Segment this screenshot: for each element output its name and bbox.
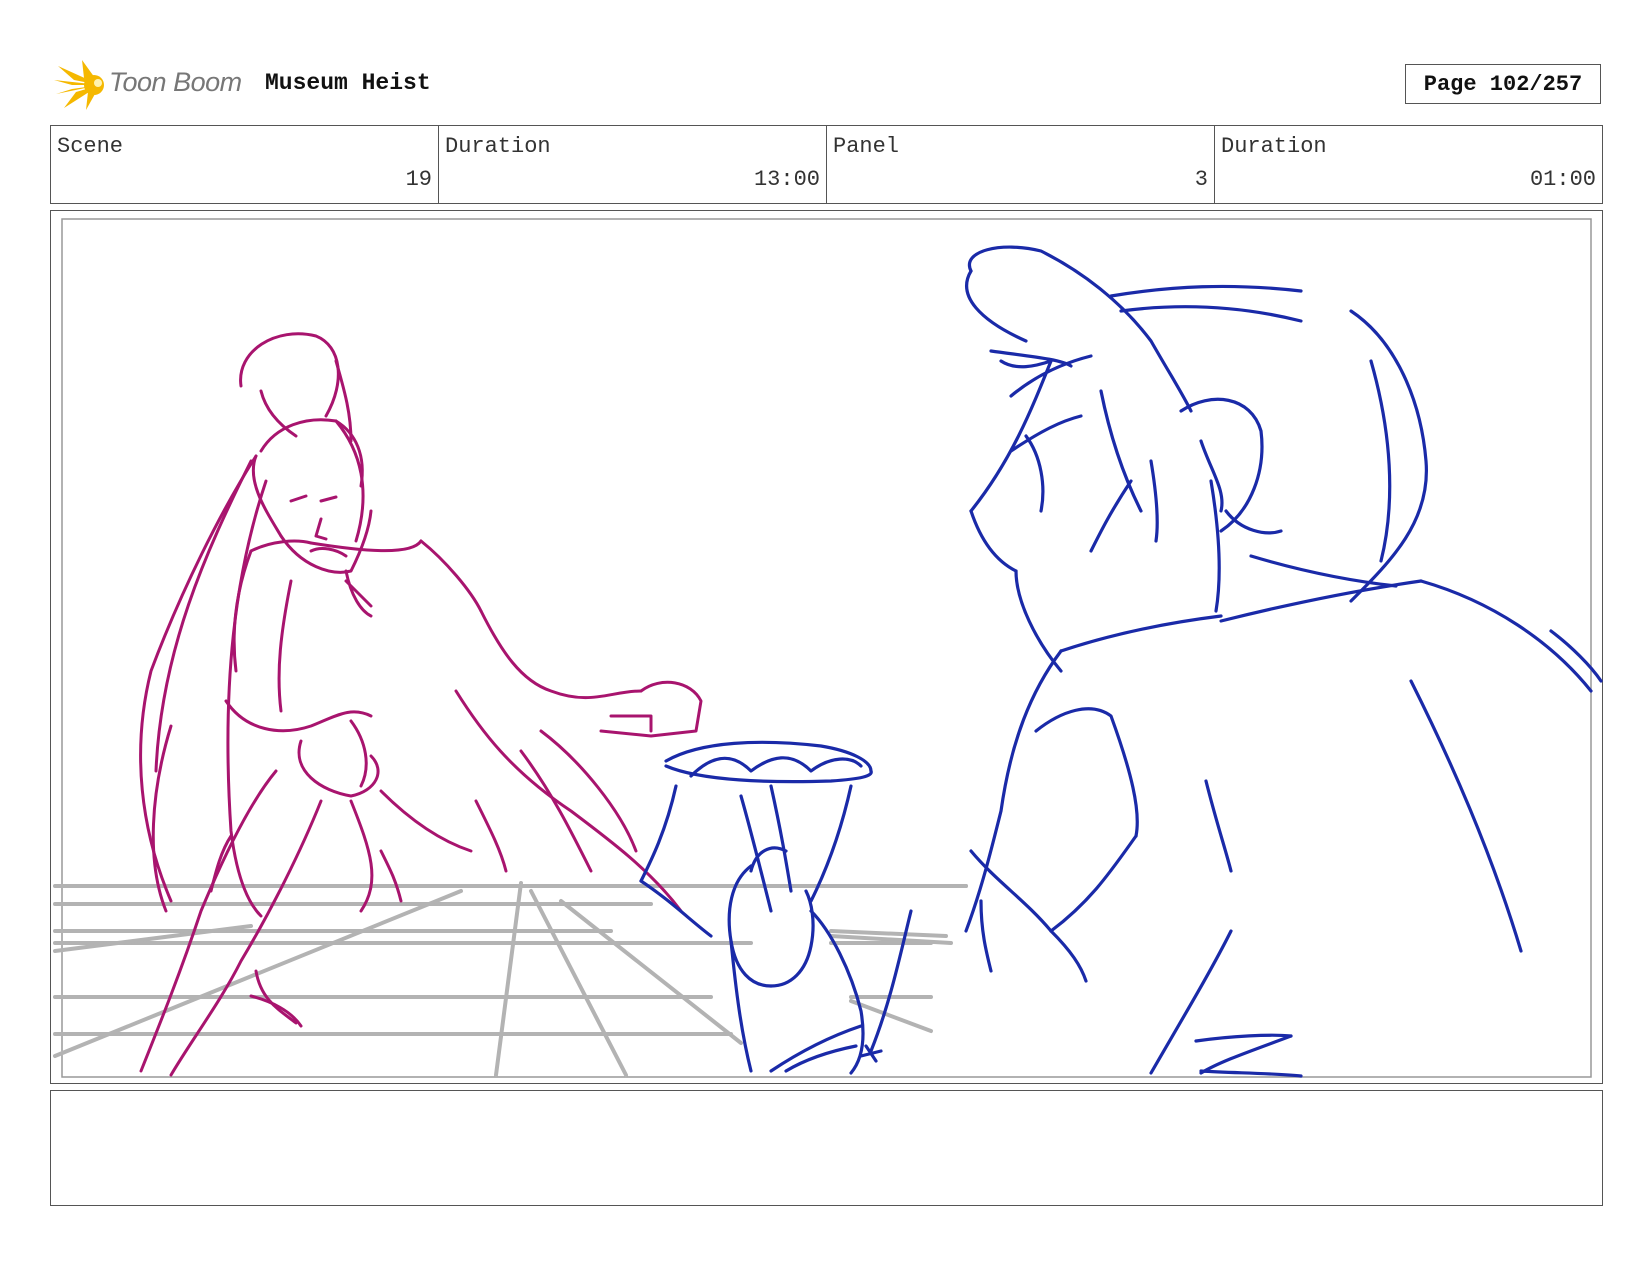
logo-star-icon (54, 60, 104, 110)
scene-label: Scene (57, 134, 124, 159)
perspective-grid (53, 881, 968, 1077)
safe-frame (61, 218, 1592, 1078)
storyboard-panel (50, 210, 1603, 1084)
scene-value: 19 (405, 167, 432, 192)
panel-duration-value: 01:00 (1529, 167, 1596, 192)
scene-duration-cell: Duration 13:00 (439, 126, 827, 203)
scene-duration-value: 13:00 (753, 167, 820, 192)
hero-sketch (639, 245, 1603, 1078)
project-title: Museum Heist (265, 70, 431, 96)
panel-info-table: Scene 19 Duration 13:00 Panel 3 Duration… (50, 125, 1603, 204)
panel-cell: Panel 3 (827, 126, 1215, 203)
toon-boom-logo: Toon Boom (52, 58, 252, 112)
panel-duration-cell: Duration 01:00 (1215, 126, 1602, 203)
panel-sketch (53, 218, 1603, 1078)
panel-duration-label: Duration (1221, 134, 1327, 159)
heroine-sketch (139, 332, 703, 1077)
panel-value: 3 (1194, 167, 1208, 192)
panel-notes-box (50, 1090, 1603, 1206)
logo-text: Toon Boom (109, 67, 242, 97)
page-indicator: Page 102/257 (1405, 64, 1601, 104)
scene-duration-label: Duration (445, 134, 551, 159)
panel-label: Panel (833, 134, 900, 159)
scene-cell: Scene 19 (51, 126, 439, 203)
